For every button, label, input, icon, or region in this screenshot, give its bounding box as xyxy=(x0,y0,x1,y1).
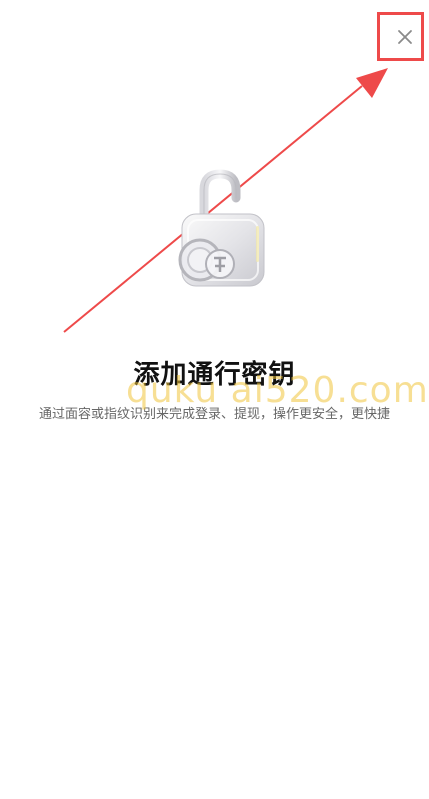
close-button[interactable] xyxy=(388,20,422,54)
description-text: 通过面容或指纹识别来完成登录、提现，操作更安全，更快捷 xyxy=(38,407,390,422)
close-icon xyxy=(398,30,412,44)
passkey-screen: 添加通行密钥 通过面容或指纹识别来完成登录、提现，操作更安全，更快捷 quku … xyxy=(0,0,429,799)
annotation-arrow xyxy=(63,68,388,333)
page-title: 添加通行密钥 xyxy=(133,360,296,390)
padlock-icon xyxy=(178,169,265,287)
